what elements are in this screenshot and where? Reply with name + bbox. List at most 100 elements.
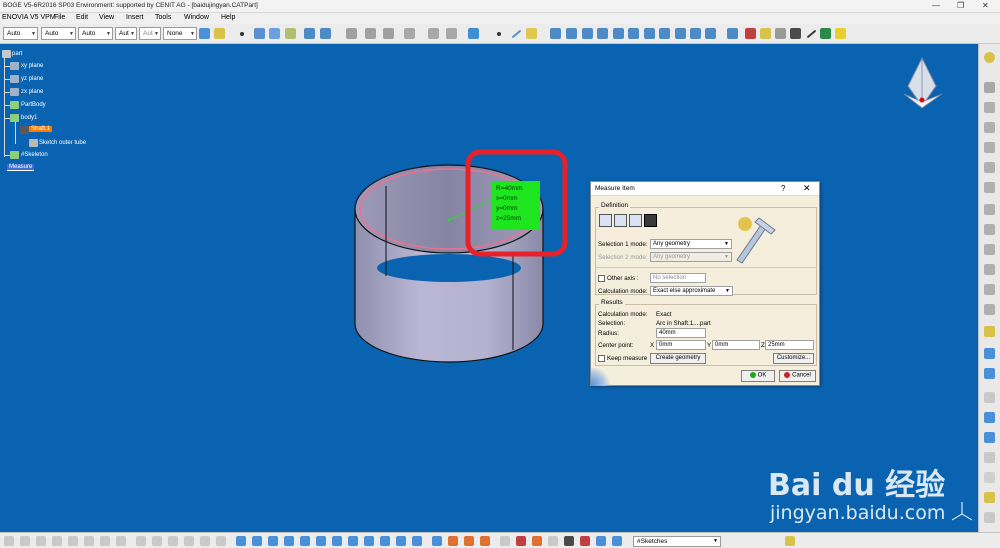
fill-icon[interactable] [582, 28, 593, 39]
fly-icon[interactable] [236, 536, 246, 546]
tools-icon[interactable] [775, 28, 786, 39]
linetype-combo[interactable]: Auto ▼ [78, 27, 113, 40]
undo-icon[interactable] [84, 536, 94, 546]
layer-combo[interactable]: Auto ▼ [41, 27, 76, 40]
dialog-title-bar[interactable]: Measure Item ? ✕ [591, 182, 819, 196]
radius-field[interactable]: 40mm [656, 328, 706, 338]
sketch-icon[interactable] [448, 536, 458, 546]
layer-icon[interactable] [532, 536, 542, 546]
list-icon[interactable] [564, 536, 574, 546]
comment-icon[interactable] [152, 536, 162, 546]
remove-icon[interactable] [984, 452, 995, 463]
copy-icon[interactable] [52, 536, 62, 546]
version-icon[interactable] [548, 536, 558, 546]
menu-view[interactable]: View [99, 14, 114, 21]
join-icon[interactable] [320, 28, 331, 39]
calculation-mode-select[interactable]: Exact else approximate ▼ [650, 286, 733, 296]
shaft-icon[interactable] [984, 142, 995, 153]
slot-icon[interactable] [984, 224, 995, 235]
grid-icon[interactable] [365, 28, 376, 39]
tree-item-measure[interactable]: Measure [7, 164, 35, 171]
tree-item-yz-plane[interactable]: yz plane [21, 76, 43, 82]
selection-1-mode-select[interactable]: Any geometry ▼ [650, 239, 732, 249]
menu-tools[interactable]: Tools [155, 14, 171, 21]
rib-icon[interactable] [984, 204, 995, 215]
extract-icon[interactable] [304, 28, 315, 39]
shading-icon[interactable] [364, 536, 374, 546]
measure-icon[interactable] [984, 512, 995, 523]
warning-icon[interactable] [835, 28, 846, 39]
redo-icon[interactable] [100, 536, 110, 546]
measure-between-button[interactable] [599, 214, 612, 227]
ok-button[interactable]: OK [741, 370, 775, 382]
tree-item-shaft1[interactable]: Shaft.1 [29, 126, 53, 132]
graphic-properties-icon[interactable] [214, 28, 225, 39]
analysis-icon[interactable] [428, 28, 439, 39]
normal-view-icon[interactable] [332, 536, 342, 546]
center-y-field[interactable]: 0mm [712, 340, 760, 350]
circle-icon[interactable] [269, 28, 280, 39]
pattern-icon[interactable] [984, 368, 995, 379]
multi-view-icon[interactable] [412, 536, 422, 546]
menu-edit[interactable]: Edit [76, 14, 88, 21]
snap-icon[interactable] [4, 536, 14, 546]
analysis-icon[interactable] [446, 28, 457, 39]
split-icon[interactable] [628, 28, 639, 39]
fillet-icon[interactable] [984, 244, 995, 255]
power-icon[interactable] [500, 536, 510, 546]
plane-icon[interactable] [526, 28, 537, 39]
thickness-combo[interactable]: Aut ▼ [115, 27, 137, 40]
layers-icon[interactable] [468, 28, 479, 39]
painter-icon[interactable] [199, 28, 210, 39]
check-icon[interactable] [216, 536, 226, 546]
work-icon[interactable] [785, 536, 795, 546]
hide-show-icon[interactable] [380, 536, 390, 546]
menu-help[interactable]: Help [221, 14, 235, 21]
analysis-icon[interactable] [745, 28, 756, 39]
hole-icon[interactable] [984, 182, 995, 193]
menu-insert[interactable]: Insert [126, 14, 144, 21]
measure-between-chain-button[interactable] [614, 214, 627, 227]
scale-icon[interactable] [984, 392, 995, 403]
select-icon[interactable] [612, 536, 622, 546]
trim-icon[interactable] [644, 28, 655, 39]
chamfer-icon[interactable] [984, 264, 995, 275]
iso-view-icon[interactable] [348, 536, 358, 546]
knowledge-icon[interactable] [984, 52, 995, 63]
fit-all-icon[interactable] [252, 536, 262, 546]
keep-measure-checkbox[interactable] [598, 355, 605, 362]
command-input[interactable]: #Sketches ▼ [633, 536, 721, 547]
rotate-icon[interactable] [690, 28, 701, 39]
law-icon[interactable] [168, 536, 178, 546]
pocket-icon[interactable] [984, 122, 995, 133]
tree-item-part[interactable]: part [12, 51, 22, 57]
thread-icon[interactable] [984, 326, 995, 337]
library-icon[interactable] [200, 536, 210, 546]
boolean-icon[interactable] [984, 412, 995, 423]
other-axis-field[interactable]: No selection [650, 273, 706, 283]
cut-icon[interactable] [36, 536, 46, 546]
body-icon[interactable] [480, 536, 490, 546]
line-icon[interactable] [806, 29, 817, 39]
pan-icon[interactable] [268, 536, 278, 546]
spline-icon[interactable] [254, 28, 265, 39]
selection-2-mode-select[interactable]: Any geometry ▼ [650, 252, 732, 262]
measure-between-fan-button[interactable] [629, 214, 642, 227]
restore-button[interactable]: ❐ [957, 1, 964, 10]
surface-icon[interactable] [285, 28, 296, 39]
catalog-icon[interactable] [596, 536, 606, 546]
intersect-icon[interactable] [984, 472, 995, 483]
mirror-icon[interactable] [984, 348, 995, 359]
line-icon[interactable] [511, 29, 522, 39]
add-icon[interactable] [984, 432, 995, 443]
color-combo[interactable]: Auto ▼ [3, 27, 38, 40]
offset-icon[interactable] [597, 28, 608, 39]
measure-icon[interactable] [727, 28, 738, 39]
groove-icon[interactable] [984, 162, 995, 173]
sweep-icon[interactable] [566, 28, 577, 39]
revolve-icon[interactable] [550, 28, 561, 39]
grid-snap-icon[interactable] [383, 28, 394, 39]
pocket-icon[interactable] [346, 28, 357, 39]
tree-item-sketch-outer-tube[interactable]: Sketch outer tube [39, 140, 86, 146]
update-icon[interactable] [432, 536, 442, 546]
